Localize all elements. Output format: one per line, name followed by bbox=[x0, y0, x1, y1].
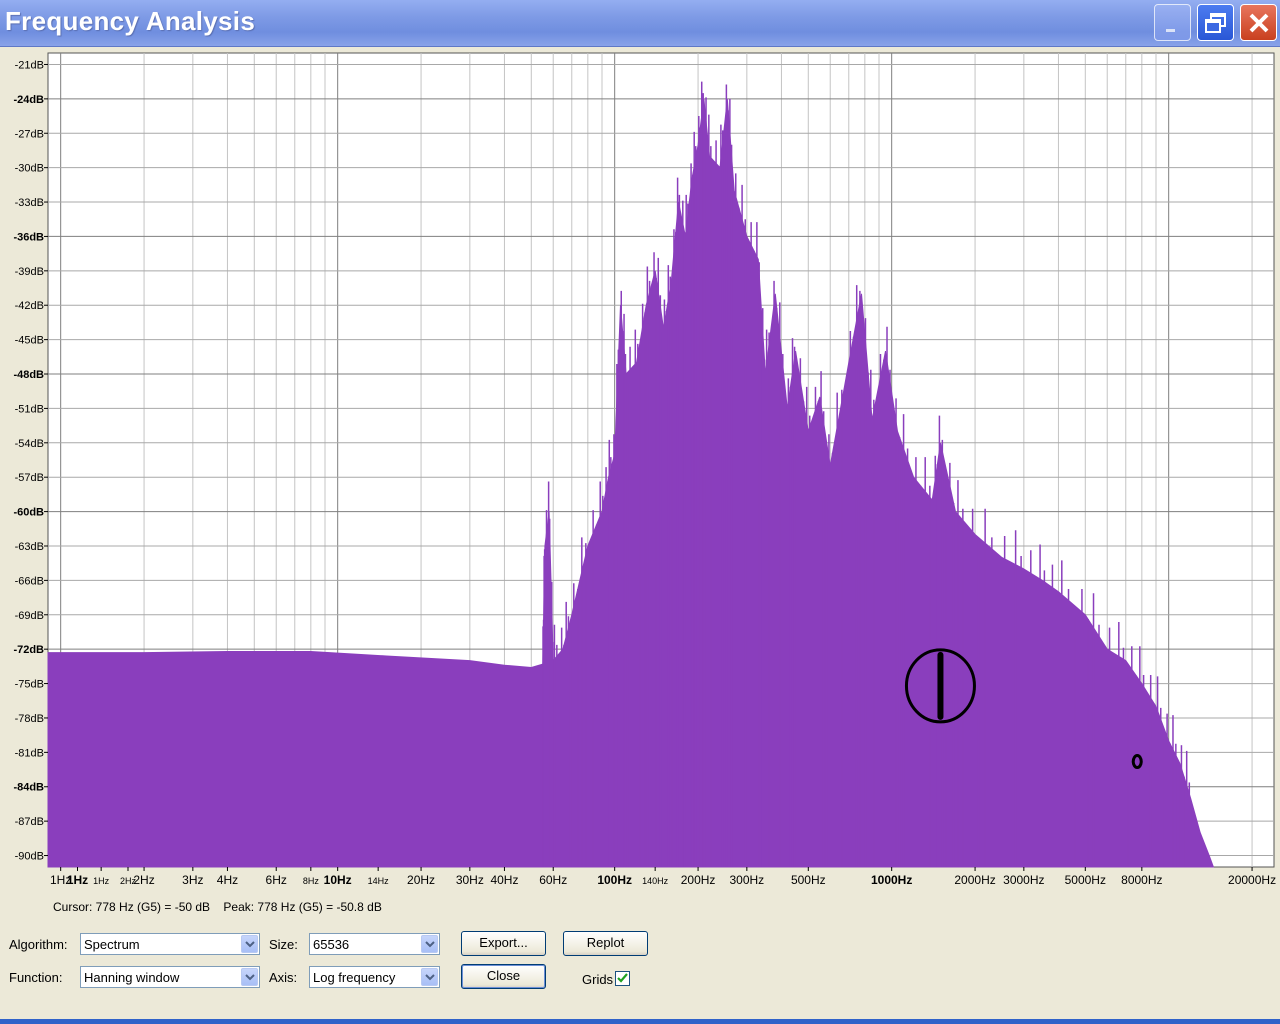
y-tick-label: -36dB bbox=[13, 231, 44, 243]
x-tick-label: 500Hz bbox=[791, 873, 826, 887]
y-tick-label: -45dB bbox=[15, 335, 44, 347]
x-tick-label: 200Hz bbox=[681, 873, 716, 887]
close-window-button[interactable] bbox=[1240, 4, 1277, 41]
x-tick-label: 300Hz bbox=[729, 873, 764, 887]
y-tick-label: -57dB bbox=[15, 472, 44, 484]
y-tick-label: -78dB bbox=[15, 713, 44, 725]
chevron-down-icon[interactable] bbox=[421, 968, 438, 986]
axis-label: Axis: bbox=[269, 970, 298, 985]
y-tick-label: -54dB bbox=[15, 438, 44, 450]
cursor-readout: Cursor: 778 Hz (G5) = -50 dB bbox=[53, 900, 211, 914]
x-tick-label: 140Hz bbox=[642, 876, 669, 886]
x-tick-label: 100Hz bbox=[597, 873, 632, 887]
algorithm-value: Spectrum bbox=[84, 937, 140, 952]
x-tick-label: 30Hz bbox=[456, 873, 484, 887]
close-button[interactable]: Close bbox=[461, 964, 546, 989]
size-value: 65536 bbox=[313, 937, 350, 952]
function-select[interactable]: Hanning window bbox=[80, 966, 260, 988]
y-tick-label: -48dB bbox=[13, 369, 44, 381]
x-tick-label: 4Hz bbox=[217, 873, 238, 887]
x-tick-label: 1Hz bbox=[93, 876, 110, 886]
y-tick-label: -33dB bbox=[15, 197, 44, 209]
y-tick-label: -60dB bbox=[13, 507, 44, 519]
minimize-button[interactable] bbox=[1154, 4, 1191, 41]
y-tick-label: -21dB bbox=[15, 59, 44, 71]
x-tick-label: 60Hz bbox=[539, 873, 567, 887]
size-select[interactable]: 65536 bbox=[309, 933, 440, 955]
y-tick-label: -69dB bbox=[15, 610, 44, 622]
y-tick-label: -27dB bbox=[15, 128, 44, 140]
algorithm-select[interactable]: Spectrum bbox=[80, 933, 260, 955]
y-tick-label: -84dB bbox=[13, 782, 44, 794]
chevron-down-icon[interactable] bbox=[421, 935, 438, 953]
window-bottom-border bbox=[0, 1019, 1280, 1024]
y-tick-label: -72dB bbox=[13, 644, 44, 656]
function-value: Hanning window bbox=[84, 970, 180, 985]
y-tick-label: -42dB bbox=[15, 300, 44, 312]
y-tick-label: -24dB bbox=[13, 94, 44, 106]
spectrum-chart[interactable]: -21dB -24dB -27dB -30dB -33dB -36dB -39dB -42dB… bbox=[0, 46, 1280, 894]
x-tick-label: 14Hz bbox=[368, 876, 390, 886]
y-tick-label: -81dB bbox=[15, 747, 44, 759]
x-tick-label: 5000Hz bbox=[1065, 873, 1106, 887]
minimize-icon bbox=[1166, 29, 1175, 32]
close-icon bbox=[1249, 13, 1269, 33]
y-tick-label: -63dB bbox=[15, 541, 44, 553]
grids-checkbox[interactable] bbox=[615, 971, 630, 986]
y-tick-label: -51dB bbox=[15, 403, 44, 415]
x-tick-label: 2Hz bbox=[133, 873, 154, 887]
x-tick-label: 6Hz bbox=[266, 873, 287, 887]
algorithm-label: Algorithm: bbox=[9, 937, 68, 952]
export-button[interactable]: Export... bbox=[461, 931, 546, 956]
x-tick-label: 20000Hz bbox=[1228, 873, 1276, 887]
chevron-down-icon[interactable] bbox=[241, 935, 258, 953]
window-title: Frequency Analysis bbox=[5, 6, 256, 36]
x-tick-label: 10Hz bbox=[324, 873, 352, 887]
peak-readout: Peak: 778 Hz (G5) = -50.8 dB bbox=[223, 900, 382, 914]
axis-select[interactable]: Log frequency bbox=[309, 966, 440, 988]
status-line: Cursor: 778 Hz (G5) = -50 dB Peak: 778 H… bbox=[53, 900, 392, 914]
restore-icon bbox=[1205, 13, 1226, 33]
x-tick-label: 1Hz bbox=[67, 873, 88, 887]
y-tick-label: -66dB bbox=[15, 575, 44, 587]
y-tick-label: -75dB bbox=[15, 679, 44, 691]
title-bar[interactable]: Frequency Analysis bbox=[0, 0, 1280, 47]
y-tick-label: -30dB bbox=[15, 163, 44, 175]
function-label: Function: bbox=[9, 970, 63, 985]
x-tick-label: 2000Hz bbox=[954, 873, 995, 887]
chevron-down-icon[interactable] bbox=[241, 968, 258, 986]
grids-label: Grids bbox=[582, 972, 614, 987]
x-tick-label: 20Hz bbox=[407, 873, 435, 887]
size-label: Size: bbox=[269, 937, 298, 952]
x-tick-label: 40Hz bbox=[490, 873, 518, 887]
x-tick-label: 3000Hz bbox=[1003, 873, 1044, 887]
replot-button[interactable]: Replot bbox=[563, 931, 648, 956]
x-tick-label: 3Hz bbox=[182, 873, 203, 887]
x-tick-label: 8000Hz bbox=[1121, 873, 1162, 887]
x-tick-label: 1000Hz bbox=[871, 873, 912, 887]
axis-value: Log frequency bbox=[313, 970, 396, 985]
spectrum-plot[interactable]: -21dB -24dB -27dB -30dB -33dB -36dB -39dB -42dB… bbox=[0, 46, 1280, 894]
y-tick-label: -87dB bbox=[15, 816, 44, 828]
y-tick-label: -90dB bbox=[15, 851, 44, 863]
checkmark-icon bbox=[617, 973, 628, 983]
restore-button[interactable] bbox=[1197, 4, 1234, 41]
annotation-bar bbox=[937, 651, 944, 720]
y-tick-label: -39dB bbox=[15, 266, 44, 278]
x-tick-label: 8Hz bbox=[303, 876, 320, 886]
